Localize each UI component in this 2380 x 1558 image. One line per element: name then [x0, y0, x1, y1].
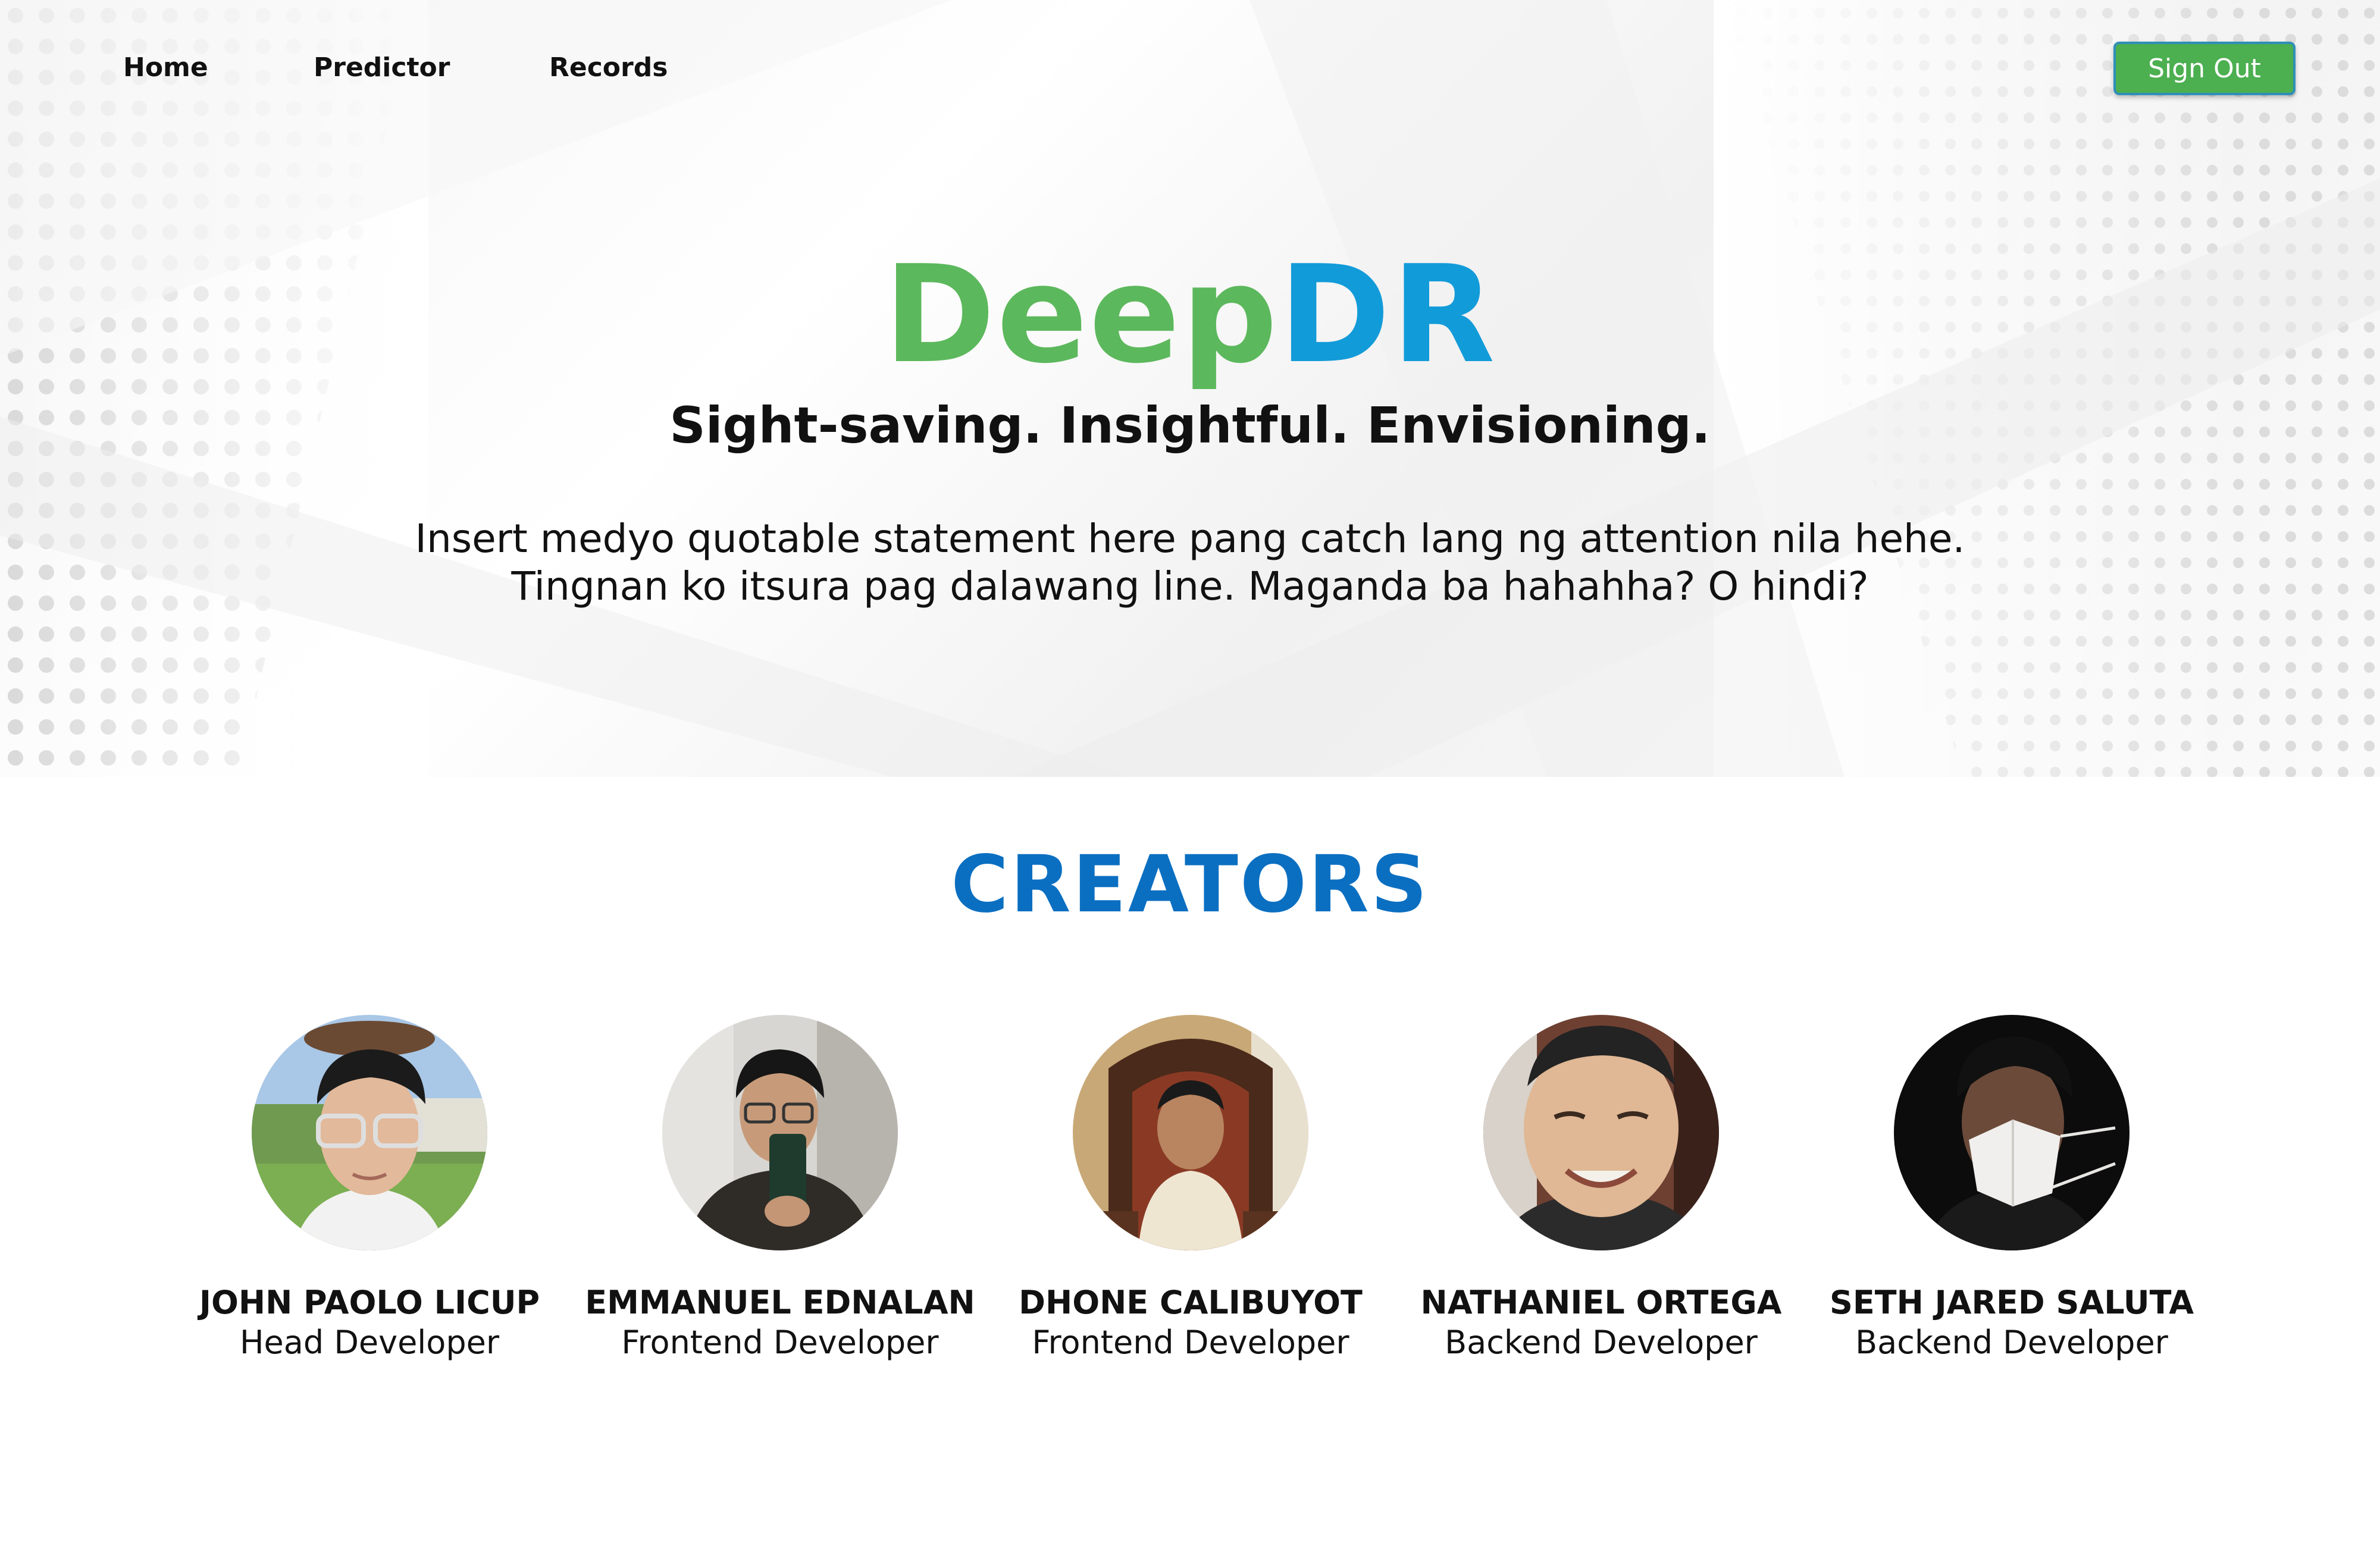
nav-records-link[interactable]: Records [549, 52, 668, 83]
creator-name: EMMANUEL EDNALAN [585, 1284, 975, 1321]
quote-line-1: Insert medyo quotable statement here pan… [415, 516, 1965, 562]
creator-name: SETH JARED SALUTA [1829, 1284, 2194, 1321]
creator-avatar [252, 1015, 487, 1250]
nav-predictor-link[interactable]: Predictor [314, 52, 450, 83]
creators-heading: CREATORS [951, 839, 1429, 930]
creator-avatar [1483, 1015, 1719, 1250]
avatar-photo-icon [252, 1015, 487, 1250]
creator-name: DHONE CALIBUYOT [1019, 1284, 1363, 1321]
creator-card: DHONE CALIBUYOT Frontend Developer [985, 1015, 1396, 1361]
creator-role: Backend Developer [1855, 1324, 2168, 1361]
creator-name: NATHANIEL ORTEGA [1420, 1284, 1782, 1321]
creator-card: NATHANIEL ORTEGA Backend Developer [1396, 1015, 1806, 1361]
brand-part-deep: Deep [884, 237, 1279, 393]
avatar-photo-icon [1483, 1015, 1719, 1250]
creator-avatar [662, 1015, 898, 1250]
creator-avatar [1894, 1015, 2130, 1250]
avatar-photo-icon [662, 1015, 898, 1250]
quote-line-2: Tingnan ko itsura pag dalawang line. Mag… [511, 563, 1869, 609]
top-nav: Home Predictor Records Sign Out [0, 0, 2380, 143]
tagline: Sight-saving. Insightful. Envisioning. [669, 396, 1711, 454]
creator-role: Head Developer [239, 1324, 500, 1361]
creator-name: JOHN PAOLO LICUP [199, 1284, 540, 1321]
creator-card: JOHN PAOLO LICUP Head Developer [164, 1015, 575, 1361]
sign-out-button[interactable]: Sign Out [2113, 42, 2296, 95]
creator-card: EMMANUEL EDNALAN Frontend Developer [575, 1015, 985, 1361]
creator-role: Frontend Developer [621, 1324, 939, 1361]
creator-card: SETH JARED SALUTA Backend Developer [1806, 1015, 2217, 1361]
brand-logo-text: DeepDR [0, 238, 2380, 393]
hero-section: Home Predictor Records Sign Out DeepDR S… [0, 0, 2380, 777]
creator-role: Frontend Developer [1032, 1324, 1349, 1361]
hero-quote: Insert medyo quotable statement here pan… [357, 515, 2023, 610]
nav-home-link[interactable]: Home [123, 52, 208, 83]
creator-avatar [1073, 1015, 1308, 1250]
avatar-photo-icon [1894, 1015, 2130, 1250]
brand-part-dr: DR [1279, 237, 1496, 393]
avatar-photo-icon [1073, 1015, 1308, 1250]
creator-role: Backend Developer [1445, 1324, 1758, 1361]
